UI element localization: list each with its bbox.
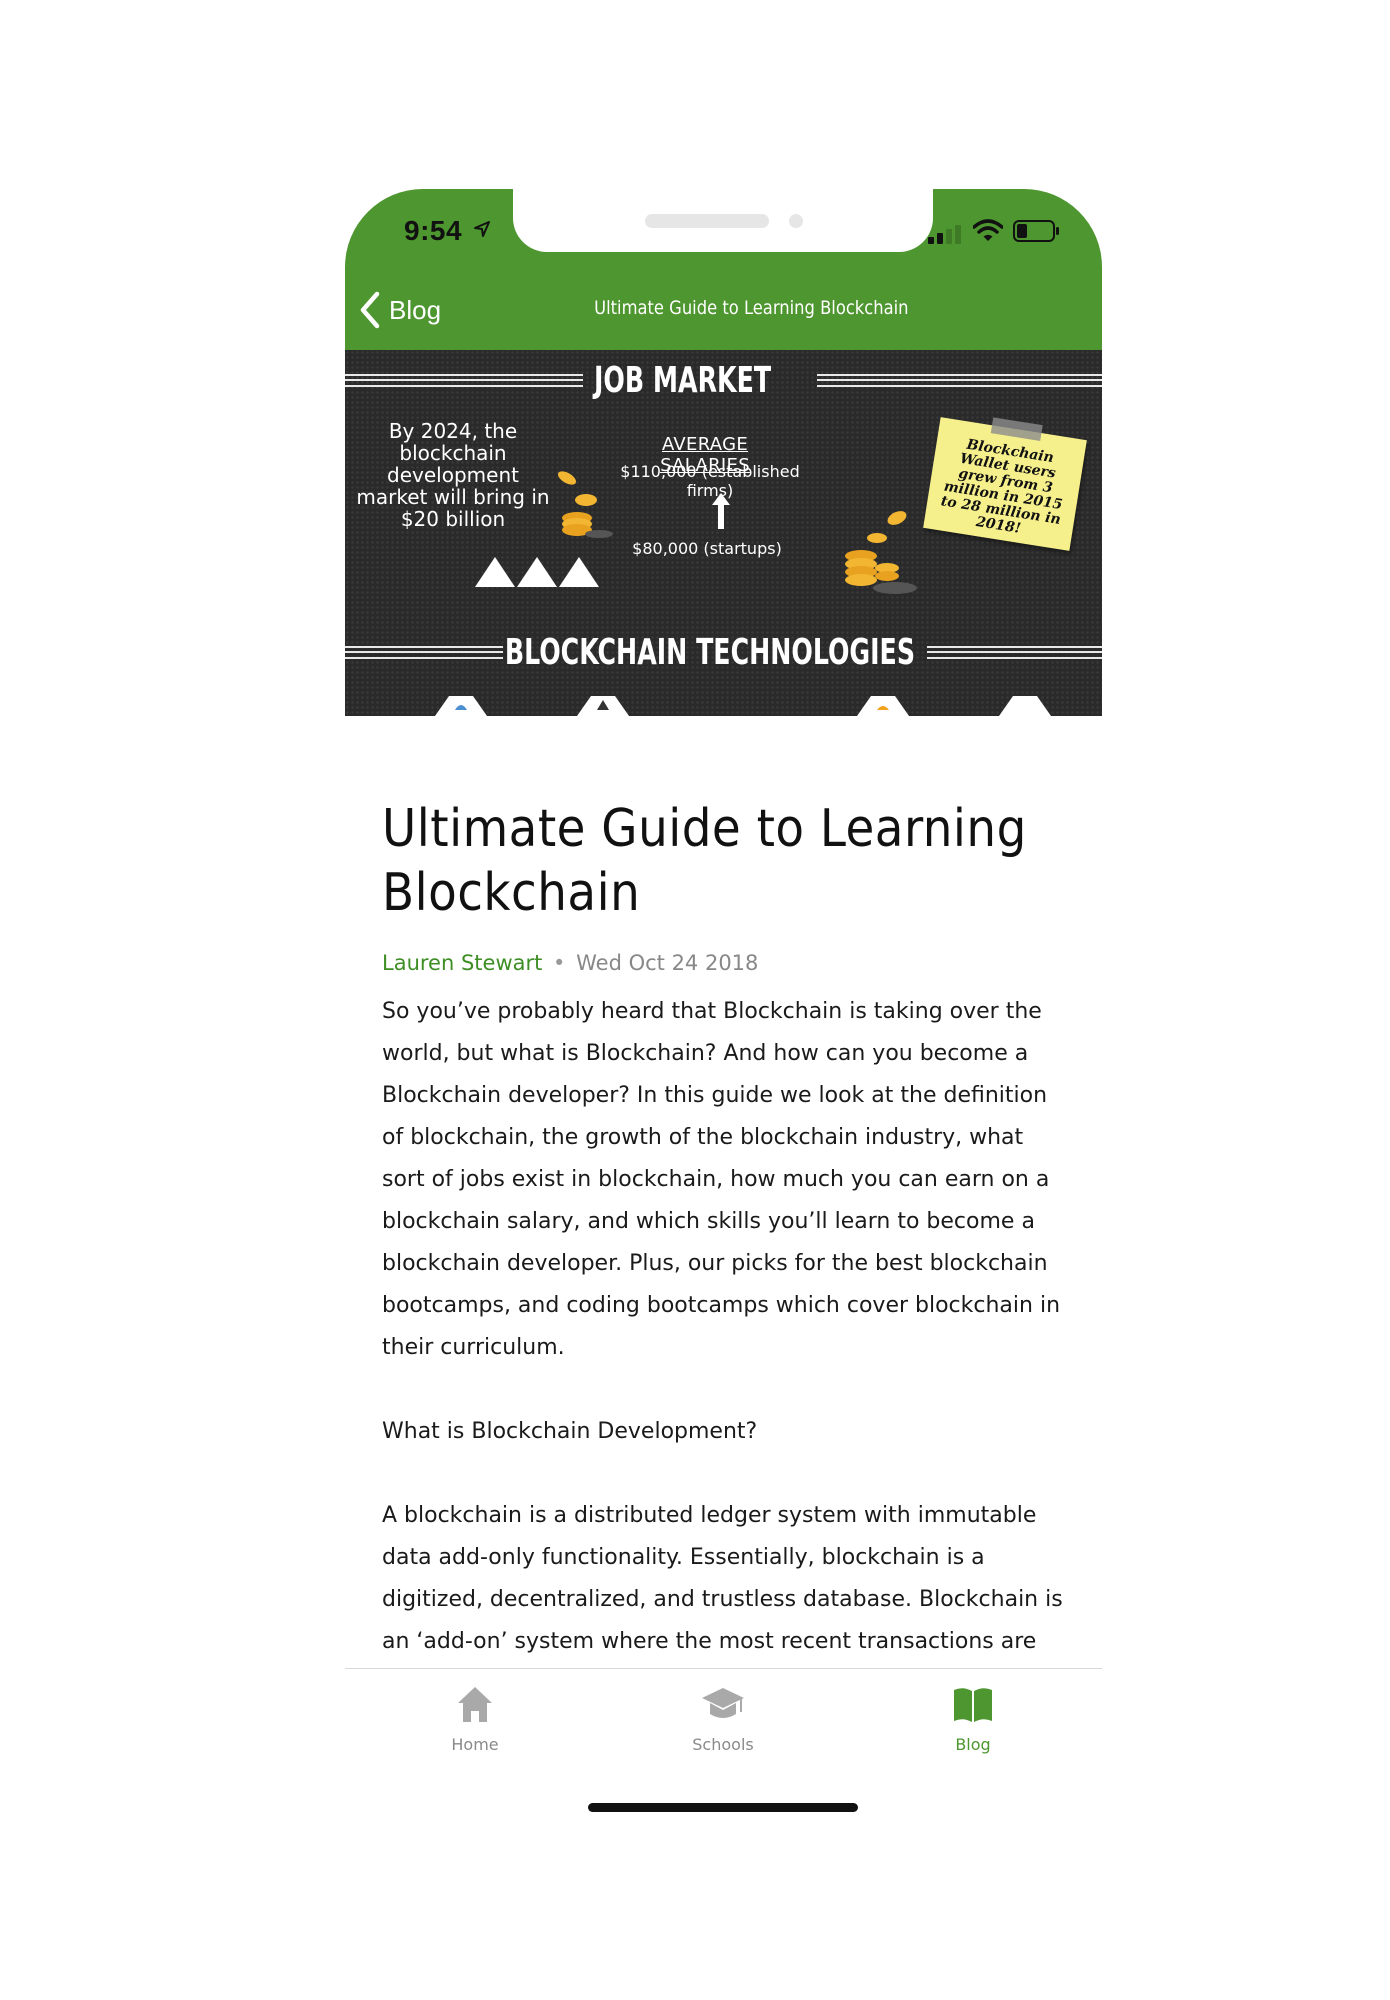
divider-line (345, 646, 503, 659)
sticky-note-text: Blockchain Wallet users grew from 3 mill… (939, 436, 1064, 537)
phone-screen: 9:54 Blog Ultimate Guide to Learning Blo… (345, 189, 1102, 1825)
cellular-signal-icon (928, 225, 961, 244)
arrow-up-icon (712, 493, 730, 529)
article-meta: Lauren Stewart • Wed Oct 24 2018 (382, 951, 1072, 975)
tab-schools[interactable]: Schools (663, 1679, 783, 1754)
hero-heading-job-market: JOB MARKET (593, 360, 772, 401)
wifi-icon (973, 219, 1003, 241)
salary-established: $110,000 (established firms) (620, 462, 800, 500)
tab-bar: Home Schools Blog (345, 1668, 1102, 1825)
location-arrow-icon (474, 221, 490, 237)
app-header: 9:54 Blog Ultimate Guide to Learning Blo… (345, 189, 1102, 350)
tape-strip (990, 417, 1043, 441)
nav-title: Ultimate Guide to Learning Blockchain (594, 297, 909, 319)
chevron-left-icon (360, 291, 380, 329)
divider-line (345, 374, 583, 387)
paragraph: So you’ve probably heard that Blockchain… (382, 999, 1061, 1360)
divider-line (927, 646, 1102, 659)
salary-startups: $80,000 (startups) (632, 539, 782, 558)
sticky-note: Blockchain Wallet users grew from 3 mill… (923, 417, 1087, 551)
speaker-grille (645, 214, 769, 228)
home-indicator[interactable] (588, 1803, 858, 1812)
tech-logo-tiles (435, 696, 1051, 716)
tab-label: Blog (955, 1735, 991, 1754)
hero-infographic: JOB MARKET By 2024, the blockchain devel… (345, 350, 1102, 716)
divider-line (817, 374, 1102, 387)
open-book-icon (954, 1688, 992, 1722)
triangle-icons (475, 557, 599, 587)
graduation-cap-icon (702, 1688, 744, 1718)
article: Ultimate Guide to Learning Blockchain La… (382, 797, 1072, 1705)
author-link[interactable]: Lauren Stewart (382, 951, 542, 975)
front-camera (789, 214, 803, 228)
tab-label: Home (451, 1735, 499, 1754)
article-body: So you’ve probably heard that Blockchain… (382, 991, 1072, 1663)
article-title: Ultimate Guide to Learning Blockchain (382, 799, 1027, 923)
tab-label: Schools (692, 1735, 754, 1754)
section-heading: What is Blockchain Development? (382, 1419, 758, 1444)
hero-heading-blockchain-technologies: BLOCKCHAIN TECHNOLOGIES (504, 632, 916, 673)
hero-market-text: By 2024, the blockchain development mark… (356, 419, 550, 531)
tab-blog[interactable]: Blog (913, 1679, 1033, 1754)
meta-separator: • (553, 951, 566, 975)
paragraph: A blockchain is a distributed ledger sys… (382, 1503, 1063, 1654)
tab-home[interactable]: Home (415, 1679, 535, 1754)
publish-date: Wed Oct 24 2018 (576, 951, 759, 975)
battery-icon (1013, 220, 1059, 242)
coin-pile-icon (845, 511, 917, 594)
status-time: 9:54 (404, 215, 463, 246)
house-icon (458, 1687, 492, 1722)
